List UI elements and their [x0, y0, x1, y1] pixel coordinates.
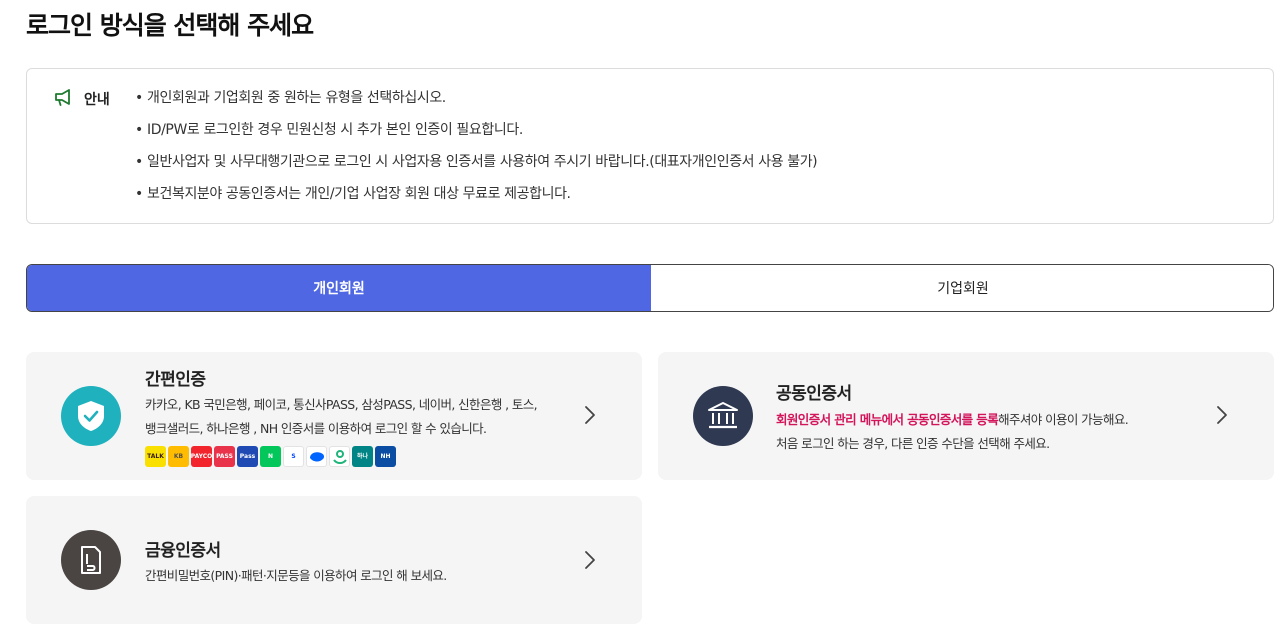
pass-logo-icon: PASS — [214, 446, 235, 467]
joint-certificate-card[interactable]: 공동인증서 회원인증서 관리 메뉴에서 공동인증서를 등록해주셔야 이용이 가능… — [658, 352, 1274, 480]
tab-individual[interactable]: 개인회원 — [27, 265, 651, 311]
tab-corporate[interactable]: 기업회원 — [651, 265, 1273, 311]
financial-certificate-desc: 간편비밀번호(PIN)·패턴·지문등을 이용하여 로그인 해 보세요. — [145, 568, 447, 583]
joint-certificate-desc: 회원인증서 관리 메뉴에서 공동인증서를 등록해주셔야 이용이 가능해요. 처음… — [776, 408, 1216, 456]
shinhan-logo-icon: S — [283, 446, 304, 467]
megaphone-icon — [53, 88, 75, 110]
provider-logo-row: TALK KB PAYCO PASS Pass N S 하나 NH — [145, 446, 396, 467]
chevron-right-icon — [584, 550, 596, 574]
joint-certificate-title: 공동인증서 — [776, 384, 852, 404]
document-icon — [61, 530, 121, 590]
page-title: 로그인 방식을 선택해 주세요 — [26, 11, 314, 40]
joint-certificate-desc-line: 회원인증서 관리 메뉴에서 공동인증서를 등록해주셔야 이용이 가능해요. — [776, 408, 1216, 432]
notice-item-text: ID/PW로 로그인한 경우 민원신청 시 추가 본인 인증이 필요합니다. — [147, 122, 523, 138]
notice-item-text: 개인회원과 기업회원 중 원하는 유형을 선택하십시오. — [147, 90, 446, 106]
notice-item: • 보건복지분야 공동인증서는 개인/기업 사업장 회원 대상 무료로 제공합니다… — [135, 186, 571, 202]
toss-logo-icon — [306, 446, 327, 467]
simple-auth-card[interactable]: 간편인증 카카오, KB 국민은행, 페이코, 통신사PASS, 삼성PASS,… — [26, 352, 642, 480]
member-type-tabs: 개인회원 기업회원 — [26, 264, 1274, 312]
notice-label: 안내 — [84, 92, 110, 108]
simple-auth-desc-line: 뱅크샐러드, 하나은행 , NH 인증서를 이용하여 로그인 할 수 있습니다. — [145, 421, 487, 436]
notice-header: 안내 — [53, 88, 110, 110]
banksalad-logo-icon — [329, 446, 350, 467]
notice-item: • 일반사업자 및 사무대행기관으로 로그인 시 사업자용 인증서를 사용하여 주… — [135, 154, 818, 170]
hana-logo-icon: 하나 — [352, 446, 373, 467]
joint-certificate-desc-line: 처음 로그인 하는 경우, 다른 인증 수단을 선택해 주세요. — [776, 436, 1050, 451]
kakao-logo-icon: TALK — [145, 446, 166, 467]
bank-building-icon — [693, 386, 753, 446]
chevron-right-icon — [1216, 405, 1228, 429]
simple-auth-desc-line: 카카오, KB 국민은행, 페이코, 통신사PASS, 삼성PASS, 네이버,… — [145, 397, 538, 412]
financial-certificate-title: 금융인증서 — [145, 541, 221, 561]
notice-item-text: 보건복지분야 공동인증서는 개인/기업 사업장 회원 대상 무료로 제공합니다. — [147, 186, 571, 202]
chevron-right-icon — [584, 405, 596, 429]
notice-box: 안내 • 개인회원과 기업회원 중 원하는 유형을 선택하십시오. • ID/PW로… — [26, 68, 1274, 224]
notice-item: • 개인회원과 기업회원 중 원하는 유형을 선택하십시오. — [135, 90, 446, 106]
register-highlight-text: 회원인증서 관리 메뉴에서 공동인증서를 등록 — [776, 412, 999, 427]
simple-auth-desc: 카카오, KB 국민은행, 페이코, 통신사PASS, 삼성PASS, 네이버,… — [145, 393, 575, 441]
shield-check-icon — [61, 386, 121, 446]
notice-item: • ID/PW로 로그인한 경우 민원신청 시 추가 본인 인증이 필요합니다. — [135, 122, 523, 138]
simple-auth-title: 간편인증 — [145, 370, 206, 390]
financial-certificate-card[interactable]: 금융인증서 간편비밀번호(PIN)·패턴·지문등을 이용하여 로그인 해 보세요… — [26, 496, 642, 624]
kb-logo-icon: KB — [168, 446, 189, 467]
samsung-pass-logo-icon: Pass — [237, 446, 258, 467]
notice-item-text: 일반사업자 및 사무대행기관으로 로그인 시 사업자용 인증서를 사용하여 주시… — [147, 154, 818, 170]
joint-certificate-desc-rest: 해주셔야 이용이 가능해요. — [998, 412, 1129, 427]
payco-logo-icon: PAYCO — [191, 446, 212, 467]
naver-logo-icon: N — [260, 446, 281, 467]
nh-logo-icon: NH — [375, 446, 396, 467]
notice-list: • 개인회원과 기업회원 중 원하는 유형을 선택하십시오. • ID/PW로 로그… — [135, 87, 818, 215]
